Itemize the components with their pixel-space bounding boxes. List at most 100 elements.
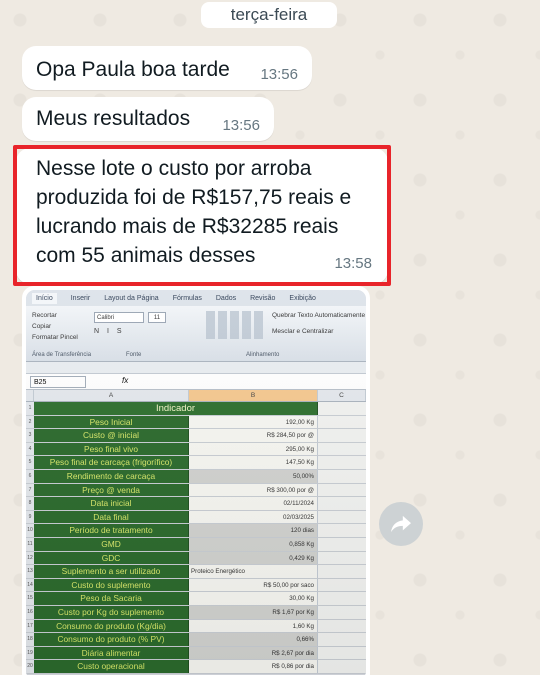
row-number: 14 <box>26 578 34 592</box>
clipboard-tools: Recortar Copiar Formatar Pincel <box>32 310 78 343</box>
quick-access-bar <box>26 362 366 374</box>
indicator-value-cell: 50,00% <box>189 469 318 483</box>
table-row: 3 Custo @ inicial R$ 284,50 por @ <box>26 429 366 443</box>
indicator-value-cell: 192,00 Kg <box>189 415 318 429</box>
row-number: 19 <box>26 646 34 660</box>
forward-button[interactable] <box>379 502 423 546</box>
message-text: Meus resultados <box>36 107 191 130</box>
indicator-value-cell: R$ 284,50 por @ <box>189 429 318 442</box>
indicator-value-cell: 0,429 Kg <box>189 551 318 565</box>
table-row: 7 Preço @ venda R$ 300,00 por @ <box>26 483 366 498</box>
empty-cell <box>318 551 366 565</box>
row-number: 6 <box>26 469 34 483</box>
spreadsheet-photo[interactable]: Início Inserir Layout da Página Fórmulas Dad… <box>26 290 366 675</box>
indicator-label-cell: Custo do suplemento <box>34 578 189 592</box>
column-header-a: A <box>34 390 189 401</box>
empty-cell <box>318 633 366 646</box>
ribbon-tab: Exibição <box>289 294 316 302</box>
indicator-value-cell: 02/11/2024 <box>189 497 318 510</box>
copy-label: Copiar <box>32 323 52 330</box>
message-bubble[interactable]: Opa Paula boa tarde 13:56 <box>22 46 312 90</box>
formula-bar: B25 fx <box>26 374 366 390</box>
group-label-font: Fonte <box>126 352 142 358</box>
sheet-rows: 1 Indicador 2 Peso Inicial 192,00 Kg 3 Custo… <box>26 402 366 674</box>
ribbon-tab: Inserir <box>70 294 91 302</box>
empty-cell <box>318 442 366 456</box>
table-header-row: 1 Indicador <box>26 402 366 416</box>
indicator-value-cell: 0,858 Kg <box>189 537 318 551</box>
indicator-label-cell: Custo operacional <box>34 660 189 673</box>
message-text: Opa Paula boa tarde <box>36 58 230 81</box>
indicator-value-cell: R$ 1,67 por Kg <box>189 605 318 619</box>
indicator-label-cell: Peso final de carcaça (frigorífico) <box>34 456 189 469</box>
indicator-label-cell: Diária alimentar <box>34 646 189 660</box>
indicator-label-cell: Custo @ inicial <box>34 429 189 442</box>
indicator-value-cell: R$ 300,00 por @ <box>189 483 318 497</box>
row-number: 13 <box>26 565 34 578</box>
indicator-value-cell: 30,00 Kg <box>189 592 318 605</box>
format-painter-label: Formatar Pincel <box>32 334 78 341</box>
highlight-box <box>13 145 391 286</box>
table-row: 16 Custo por Kg do suplemento R$ 1,67 por … <box>26 605 366 620</box>
column-headers: A B C <box>26 390 366 402</box>
column-header-b: B <box>189 390 318 401</box>
row-number: 20 <box>26 660 34 673</box>
empty-cell <box>318 619 366 633</box>
indicator-label-cell: Suplemento a ser utilizado <box>34 565 189 578</box>
group-label-alignment: Alinhamento <box>246 352 280 358</box>
ribbon-tab: Revisão <box>250 294 276 302</box>
column-header-c: C <box>318 390 366 401</box>
wrap-text-label: Quebrar Texto Automaticamente <box>272 312 366 319</box>
indicator-value-cell: R$ 2,67 por dia <box>189 646 318 660</box>
row-number: 15 <box>26 592 34 605</box>
empty-cell <box>318 497 366 510</box>
table-row: 10 Período de tratamento 120 dias <box>26 524 366 538</box>
indicator-value-cell: 120 dias <box>189 524 318 537</box>
table-row: 2 Peso Inicial 192,00 Kg <box>26 415 366 430</box>
font-style-tools: N I S <box>94 328 125 335</box>
indicator-label-cell: Período de tratamento <box>34 524 189 537</box>
row-number: 2 <box>26 415 34 429</box>
row-number: 12 <box>26 551 34 565</box>
row-number: 4 <box>26 442 34 456</box>
indicator-value-cell: 0,66% <box>189 633 318 646</box>
merge-center-label: Mesclar e Centralizar <box>272 328 334 335</box>
empty-cell <box>318 415 366 429</box>
table-row: 9 Data final 02/03/2025 <box>26 510 366 525</box>
row-number: 5 <box>26 456 34 469</box>
empty-cell <box>318 660 366 673</box>
empty-cell <box>318 524 366 537</box>
empty-cell <box>318 605 366 619</box>
ribbon-tab: Fórmulas <box>172 294 202 302</box>
table-row: 15 Peso da Sacaria 30,00 Kg <box>26 592 366 606</box>
ribbon-tab: Início <box>32 292 57 304</box>
indicator-label-cell: Rendimento de carcaça <box>34 469 189 483</box>
indicator-label-cell: Consumo do produto (Kg/dia) <box>34 619 189 633</box>
table-row: 18 Consumo do produto (% PV) 0,66% <box>26 633 366 647</box>
empty-cell <box>318 578 366 592</box>
group-label-clipboard: Área de Transferência <box>32 352 92 358</box>
alignment-icons <box>206 311 266 339</box>
header-cell: Indicador <box>34 402 318 415</box>
empty-cell <box>318 592 366 605</box>
empty-cell <box>318 537 366 551</box>
table-row: 17 Consumo do produto (Kg/dia) 1,60 Kg <box>26 619 366 634</box>
indicator-label-cell: Data final <box>34 510 189 524</box>
empty-cell <box>318 510 366 524</box>
indicator-value-cell: R$ 0,86 por dia <box>189 660 318 673</box>
row-number: 11 <box>26 537 34 551</box>
indicator-value-cell: 02/03/2025 <box>189 510 318 524</box>
indicator-label-cell: Consumo do produto (% PV) <box>34 633 189 646</box>
indicator-value-cell: 1,60 Kg <box>189 619 318 633</box>
table-row: 12 GDC 0,429 Kg <box>26 551 366 566</box>
row-number: 8 <box>26 497 34 510</box>
font-name-box: Calibri <box>94 312 144 323</box>
indicator-label-cell: Custo por Kg do suplemento <box>34 605 189 619</box>
indicator-label-cell: GMD <box>34 537 189 551</box>
message-bubble[interactable]: Meus resultados 13:56 <box>22 97 274 141</box>
indicator-label-cell: Peso final vivo <box>34 442 189 456</box>
ribbon-tabs: Início Inserir Layout da Página Fórmulas Dad… <box>26 290 366 306</box>
table-row: 8 Data inicial 02/11/2024 <box>26 497 366 511</box>
name-box: B25 <box>30 376 86 388</box>
image-message[interactable]: Início Inserir Layout da Página Fórmulas Dad… <box>22 286 370 675</box>
